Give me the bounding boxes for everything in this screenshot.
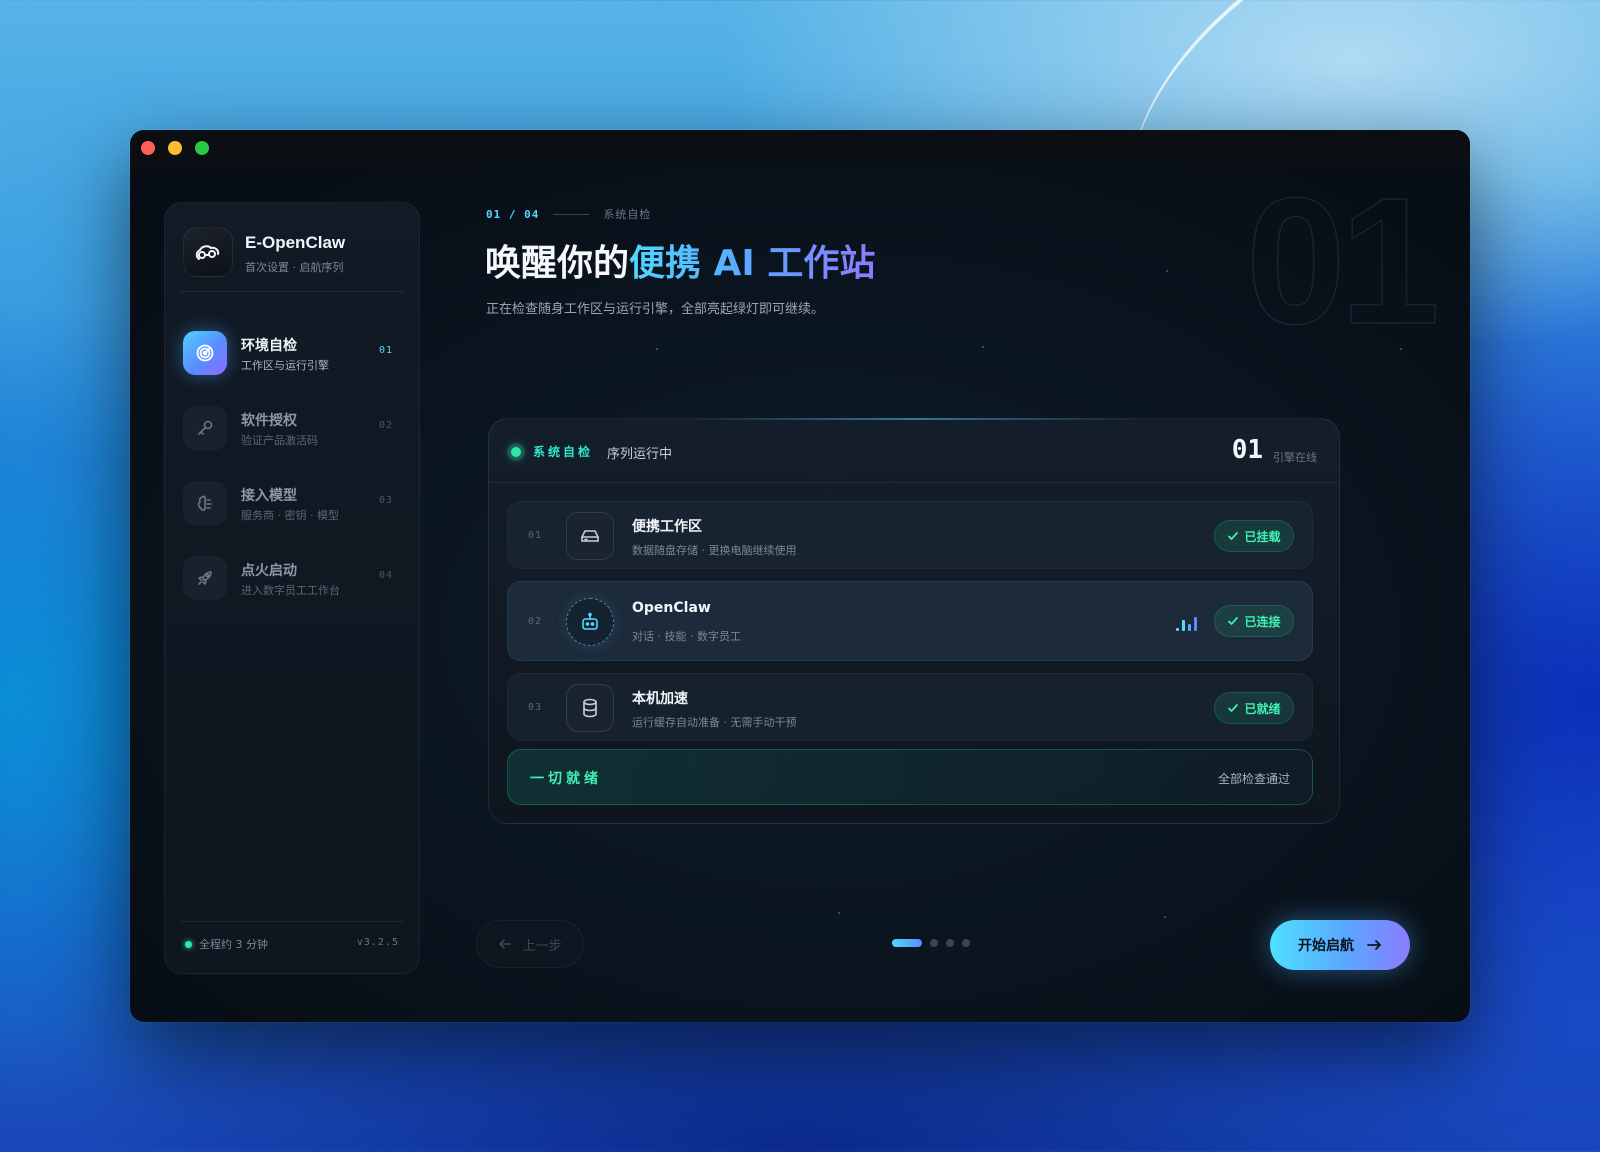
page-dot-1[interactable] xyxy=(892,939,922,947)
zoom-window-button[interactable] xyxy=(195,141,209,155)
sidebar-footer-divider xyxy=(179,921,405,922)
robot-icon xyxy=(566,598,614,646)
sidebar-divider xyxy=(179,291,405,292)
step-label: 系统自检 xyxy=(603,208,652,221)
radar-icon xyxy=(183,331,227,375)
sidebar-item-number: 01 xyxy=(378,345,393,356)
row-subtitle: 运行缓存自动准备 · 无需手动干预 xyxy=(632,716,797,729)
status-badge: 已挂载 xyxy=(1214,520,1294,552)
drive-icon xyxy=(566,512,614,560)
status-badge: 已就绪 xyxy=(1214,692,1294,724)
start-label: 开始启航 xyxy=(1298,938,1354,954)
sidebar-item-number: 03 xyxy=(378,495,393,506)
step-indicator: 01 / 04 系统自检 xyxy=(486,206,651,222)
page-dot-3[interactable] xyxy=(946,939,954,947)
row-number: 03 xyxy=(528,702,543,713)
all-ready-banner: 一切就绪 全部检查通过 xyxy=(507,749,1313,805)
title-plain: 唤醒你的 xyxy=(485,243,630,284)
sidebar-item-subtitle: 服务商 · 密钥 · 模型 xyxy=(241,509,339,522)
star-dot xyxy=(1164,916,1166,918)
page-dots xyxy=(892,938,970,948)
check-row-openclaw: 02 OpenClaw 对话 · 技能 · 数字员工 已连接 xyxy=(507,581,1313,661)
app-window: E-OpenClaw 首次设置 · 启航序列 环境自检 工作区与运行引擎 01 … xyxy=(130,130,1470,1022)
status-dot xyxy=(185,941,192,948)
system-check-panel: 系统自检 序列运行中 01 引擎在线 01 便携工作区 数据随盘存储 · 更换电… xyxy=(488,418,1340,824)
step-count: 01 / 04 xyxy=(486,207,540,221)
duration-note: 全程约 3 分钟 xyxy=(199,938,268,951)
sidebar-footer: 全程约 3 分钟 v3.2.5 xyxy=(185,935,399,955)
rocket-icon xyxy=(183,556,227,600)
activity-wave-icon xyxy=(1176,617,1197,631)
claw-logo-icon xyxy=(183,227,233,277)
check-icon xyxy=(1228,532,1239,540)
status-dot xyxy=(511,447,521,457)
arrow-right-icon xyxy=(1367,940,1381,950)
brand-name: E-OpenClaw xyxy=(245,233,346,252)
sidebar-item-number: 04 xyxy=(378,570,393,581)
status-badge: 已连接 xyxy=(1214,605,1294,637)
close-window-button[interactable] xyxy=(141,141,155,155)
page-title: 唤醒你的便携 AI 工作站 xyxy=(485,234,875,286)
database-icon xyxy=(566,684,614,732)
row-number: 01 xyxy=(528,530,543,541)
title-accent: 便携 AI 工作站 xyxy=(629,243,876,284)
key-icon xyxy=(183,406,227,450)
sidebar-item-launch[interactable]: 点火启动 进入数字员工工作台 04 xyxy=(183,554,401,602)
badge-label: 已就绪 xyxy=(1244,701,1281,716)
star-dot xyxy=(982,346,984,348)
back-button[interactable]: 上一步 xyxy=(476,920,584,968)
back-label: 上一步 xyxy=(522,938,562,954)
sidebar-item-subtitle: 验证产品激活码 xyxy=(241,434,318,447)
sidebar-item-subtitle: 工作区与运行引擎 xyxy=(241,359,329,372)
badge-label: 已挂载 xyxy=(1244,529,1281,544)
star-dot xyxy=(1166,270,1168,272)
row-title: OpenClaw xyxy=(632,600,711,616)
page-dot-2[interactable] xyxy=(930,939,938,947)
check-row-workspace: 01 便携工作区 数据随盘存储 · 更换电脑继续使用 已挂载 xyxy=(507,501,1313,569)
sidebar: E-OpenClaw 首次设置 · 启航序列 环境自检 工作区与运行引擎 01 … xyxy=(164,202,420,974)
row-title: 便携工作区 xyxy=(632,519,702,535)
brand: E-OpenClaw 首次设置 · 启航序列 xyxy=(183,227,403,287)
star-dot xyxy=(838,912,840,914)
sidebar-item-title: 点火启动 xyxy=(241,563,297,579)
brain-icon xyxy=(183,481,227,525)
brand-subtitle: 首次设置 · 启航序列 xyxy=(245,261,344,274)
sidebar-item-title: 环境自检 xyxy=(241,338,297,354)
sidebar-item-license[interactable]: 软件授权 验证产品激活码 02 xyxy=(183,404,401,452)
engine-count: 01 xyxy=(1231,435,1263,465)
star-dot xyxy=(656,348,658,350)
sidebar-item-environment-check[interactable]: 环境自检 工作区与运行引擎 01 xyxy=(183,329,401,377)
badge-label: 已连接 xyxy=(1244,614,1281,629)
minimize-window-button[interactable] xyxy=(168,141,182,155)
step-watermark-number: 01 xyxy=(1245,161,1441,362)
sidebar-item-model[interactable]: 接入模型 服务商 · 密钥 · 模型 03 xyxy=(183,479,401,527)
panel-status: 序列运行中 xyxy=(607,447,673,462)
row-subtitle: 对话 · 技能 · 数字员工 xyxy=(632,630,741,643)
sidebar-item-title: 软件授权 xyxy=(241,413,297,429)
page-subtitle: 正在检查随身工作区与运行引擎，全部亮起绿灯即可继续。 xyxy=(486,302,825,317)
check-icon xyxy=(1228,704,1239,712)
row-title: 本机加速 xyxy=(632,691,688,707)
step-line xyxy=(553,213,590,215)
ready-title: 一切就绪 xyxy=(530,771,602,787)
start-button[interactable]: 开始启航 xyxy=(1270,920,1410,970)
panel-header: 系统自检 序列运行中 01 引擎在线 xyxy=(489,419,1339,483)
engine-count-label: 引擎在线 xyxy=(1273,451,1317,464)
version-label: v3.2.5 xyxy=(356,937,399,948)
page-dot-4[interactable] xyxy=(962,939,970,947)
check-row-acceleration: 03 本机加速 运行缓存自动准备 · 无需手动干预 已就绪 xyxy=(507,673,1313,741)
sidebar-item-subtitle: 进入数字员工工作台 xyxy=(241,584,340,597)
sidebar-item-title: 接入模型 xyxy=(241,488,297,504)
panel-title: 系统自检 xyxy=(533,445,594,459)
ready-note: 全部检查通过 xyxy=(1217,772,1290,786)
row-number: 02 xyxy=(528,616,543,627)
check-icon xyxy=(1228,617,1239,625)
arrow-left-icon xyxy=(499,939,512,949)
row-subtitle: 数据随盘存储 · 更换电脑继续使用 xyxy=(632,544,797,557)
sidebar-item-number: 02 xyxy=(378,420,393,431)
